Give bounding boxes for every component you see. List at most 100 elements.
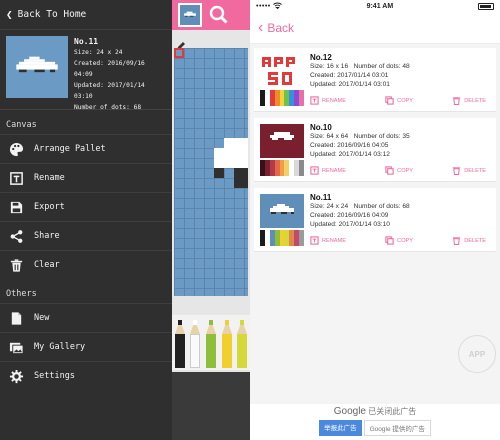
item-actions: RENAME COPY DELETE: [310, 96, 486, 105]
canvas-size: Size: 24 x 24: [74, 49, 123, 56]
editor-bottom-bar: [172, 372, 250, 440]
delete-label: DELETE: [464, 237, 486, 244]
item-title: No.11: [310, 193, 332, 202]
copy-button[interactable]: COPY: [385, 236, 413, 245]
item-dots: Number of dots: 68: [353, 203, 410, 210]
wifi-icon: [272, 2, 282, 11]
rename-button[interactable]: RENAME: [310, 236, 346, 245]
gallery-icon: [8, 339, 24, 355]
back-to-home-label: Back To Home: [17, 9, 87, 20]
item-created: Created: 2016/09/16 04:05: [310, 142, 389, 149]
current-canvas-info: No.11 Size: 24 x 24 Created: 2016/09/16 …: [0, 30, 172, 111]
cloud-top-pixels: [224, 138, 248, 148]
gallery-item[interactable]: No.10 Size: 64 x 64 Number of dots: 35 C…: [254, 118, 496, 182]
item-palette-strip: [260, 90, 305, 106]
menu-arrange-pallet[interactable]: Arrange Pallet: [0, 134, 172, 163]
copy-icon: [385, 96, 394, 105]
item-thumbnail-no10: [260, 124, 304, 158]
ad-brand: Google: [333, 406, 366, 417]
pencil-white[interactable]: [190, 320, 201, 368]
item-updated: Updated: 2017/01/14 03:01: [310, 81, 390, 88]
ad-closed-message: Google 已关闭此广告: [250, 406, 500, 417]
menu-share[interactable]: Share: [0, 221, 172, 250]
delete-button[interactable]: DELETE: [452, 96, 486, 105]
item-dots: Number of dots: 35: [353, 133, 410, 140]
rename-button[interactable]: RENAME: [310, 166, 346, 175]
item-palette-strip: [260, 160, 305, 176]
menu-arrange-pallet-label: Arrange Pallet: [34, 144, 106, 154]
pixel-editor-peek: [172, 0, 250, 440]
delete-button[interactable]: DELETE: [452, 166, 486, 175]
chevron-left-icon: ❮: [6, 8, 13, 21]
rename-button[interactable]: RENAME: [310, 96, 346, 105]
gallery-item[interactable]: No.12 Size: 16 x 16 Number of dots: 48 C…: [254, 48, 496, 112]
new-icon: [8, 310, 24, 326]
delete-button[interactable]: DELETE: [452, 236, 486, 245]
copy-button[interactable]: COPY: [385, 96, 413, 105]
copy-label: COPY: [397, 237, 414, 244]
item-title: No.12: [310, 53, 332, 62]
ad-provided-by-label[interactable]: Google 提供的广告: [363, 420, 431, 436]
selection-cursor[interactable]: [174, 48, 184, 58]
trash-icon: [8, 257, 24, 273]
signal-dots: •••••: [256, 2, 271, 10]
menu-my-gallery-label: My Gallery: [34, 342, 86, 352]
cloud-pixel-image: [6, 36, 68, 98]
item-details: No.11 Size: 24 x 24 Number of dots: 68 C…: [310, 193, 410, 229]
item-created: Created: 2016/09/16 04:09: [310, 212, 389, 219]
pencil-black[interactable]: [174, 320, 185, 368]
toolbar-canvas-thumbnail[interactable]: [178, 3, 202, 27]
pixel-grid[interactable]: [174, 48, 248, 296]
item-updated: Updated: 2017/01/14 03:10: [310, 221, 390, 228]
item-size-dots: Size: 24 x 24 Number of dots: 68: [310, 202, 410, 211]
chevron-left-icon: ‹: [258, 18, 264, 36]
menu-settings-label: Settings: [34, 371, 75, 381]
ad-banner: Google 已关闭此广告 举报此广告 Google 提供的广告: [250, 404, 500, 440]
copy-icon: [385, 236, 394, 245]
item-created: Created: 2017/01/14 03:01: [310, 72, 389, 79]
copy-label: COPY: [397, 97, 414, 104]
watermark-text: APP: [468, 349, 486, 359]
rename-icon: [310, 96, 319, 105]
item-actions: RENAME COPY DELETE: [310, 166, 486, 175]
item-thumbnail-appso: [260, 54, 304, 88]
gallery-item[interactable]: No.11 Size: 24 x 24 Number of dots: 68 C…: [254, 188, 496, 252]
battery-icon: [477, 2, 494, 10]
share-icon: [8, 228, 24, 244]
back-to-home-button[interactable]: ❮ Back To Home: [0, 0, 172, 30]
item-size-dots: Size: 16 x 16 Number of dots: 48: [310, 62, 410, 71]
rename-label: RENAME: [322, 167, 346, 174]
cloud-pixels: [214, 148, 248, 168]
menu-clear[interactable]: Clear: [0, 250, 172, 279]
rename-label: RENAME: [322, 97, 346, 104]
menu-export[interactable]: Export: [0, 192, 172, 221]
pencil-lime[interactable]: [237, 320, 248, 368]
pencil-tool-icon[interactable]: [176, 36, 186, 50]
back-button[interactable]: ‹ Back: [258, 18, 294, 36]
menu-new[interactable]: New: [0, 303, 172, 332]
menu-share-label: Share: [34, 231, 60, 241]
menu-settings[interactable]: Settings: [0, 361, 172, 390]
status-right: [477, 2, 494, 10]
editor-toolbar: [172, 0, 250, 30]
side-drawer: ❮ Back To Home No.11 Size: 24 x 24 Creat…: [0, 0, 172, 440]
menu-rename[interactable]: Rename: [0, 163, 172, 192]
pencil-yellow[interactable]: [221, 320, 232, 368]
menu-my-gallery[interactable]: My Gallery: [0, 332, 172, 361]
pencil-green[interactable]: [205, 320, 216, 368]
item-size: Size: 16 x 16: [310, 63, 349, 70]
rename-icon: [310, 236, 319, 245]
appso-pixel-logo: [262, 57, 295, 85]
copy-button[interactable]: COPY: [385, 166, 413, 175]
item-thumbnail-no11: [260, 194, 304, 228]
menu-export-label: Export: [34, 202, 65, 212]
ad-buttons: 举报此广告 Google 提供的广告: [250, 420, 500, 436]
zoom-tool-icon[interactable]: [208, 4, 230, 26]
canvas-dots: Number of dots: 68: [74, 104, 142, 111]
report-ad-button[interactable]: 举报此广告: [319, 420, 362, 436]
trash-icon: [453, 97, 461, 105]
rename-icon: [8, 170, 24, 186]
canvas-thumbnail: [6, 36, 68, 98]
canvas-details: No.11 Size: 24 x 24 Created: 2016/09/16 …: [74, 36, 166, 111]
canvas-section-heading: Canvas: [6, 120, 37, 130]
